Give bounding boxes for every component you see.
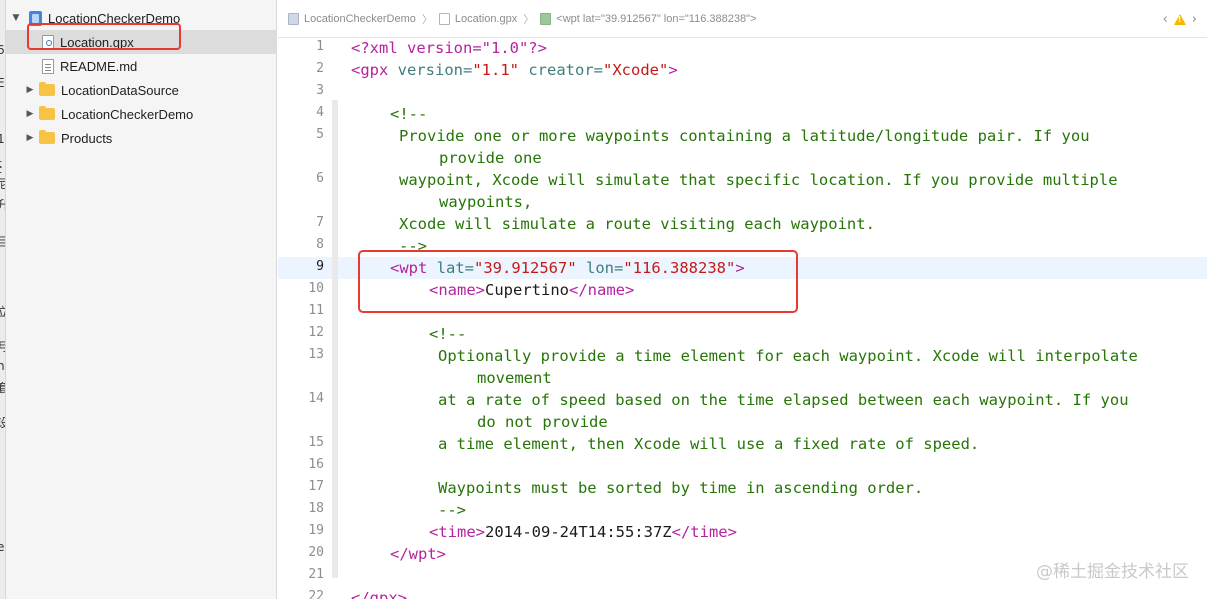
breadcrumb-symbol[interactable]: <wpt lat="39.912567" lon="116.388238"> (556, 13, 756, 25)
code-line: waypoint, Xcode will simulate that speci… (399, 171, 1118, 189)
line-number: 22 (308, 589, 324, 599)
line-number: 7 (316, 215, 324, 230)
navigator-item-label: LocationDataSource (61, 82, 179, 98)
line-number: 15 (308, 435, 324, 450)
tag-open: <time> (429, 523, 485, 541)
attribute-value: "Xcode" (603, 61, 669, 79)
watermark: @稀土掘金技术社区 (1036, 562, 1189, 582)
navigator-item-readme[interactable]: README.md (6, 54, 277, 78)
code-line-wrapped: waypoints, (439, 193, 533, 211)
jump-bar-controls: ‹ › (1163, 12, 1197, 27)
line-number: 19 (308, 523, 324, 538)
tag-close: > (668, 61, 678, 79)
disclosure-down-icon[interactable]: ▼ (11, 13, 21, 23)
navigator-item-label: Products (61, 130, 113, 146)
attribute-name: version= (397, 61, 473, 79)
warning-icon[interactable] (1173, 14, 1186, 25)
navigator-item-label: README.md (60, 58, 138, 74)
disclosure-right-icon[interactable]: ▶ (25, 109, 35, 119)
code-line: <!-- (390, 105, 428, 123)
code-line: a time element, then Xcode will use a fi… (438, 435, 980, 453)
code-line-wrapped: movement (477, 369, 552, 387)
navigator-item-products[interactable]: ▶ Products (6, 126, 277, 150)
line-number-gutter: 1 2 3 4 5 6 7 8 9 10 11 12 13 14 15 16 1… (278, 38, 330, 599)
code-line: <time>2014-09-24T14:55:37Z</time> (429, 521, 737, 543)
code-line: </wpt> (390, 545, 446, 563)
code-line: <?xml version="1.0"?> (351, 37, 547, 59)
tag-close: </time> (671, 523, 737, 541)
breadcrumb-file[interactable]: Location.gpx (455, 13, 517, 25)
waypoint-symbol-icon (540, 12, 552, 25)
line-number: 18 (308, 501, 324, 516)
tag-open: <gpx (351, 61, 398, 79)
breadcrumb-separator-icon: 〉 (523, 12, 535, 26)
code-line: Provide one or more waypoints containing… (399, 127, 1090, 145)
attribute-value: "1.1" (472, 61, 519, 79)
markdown-file-icon (42, 58, 54, 74)
line-number: 12 (308, 325, 324, 340)
code-folding-ribbon[interactable] (332, 100, 338, 578)
line-number: 14 (308, 391, 324, 406)
previous-issue-chevron-icon[interactable]: ‹ (1163, 12, 1168, 27)
line-number: 17 (308, 479, 324, 494)
breadcrumb-project[interactable]: LocationCheckerDemo (304, 13, 416, 25)
code-line: <gpx version="1.1" creator="Xcode"> (351, 59, 678, 81)
line-number: 10 (308, 281, 324, 296)
navigator-item-location-data-source[interactable]: ▶ LocationDataSource (6, 78, 277, 102)
line-number: 20 (308, 545, 324, 560)
next-issue-chevron-icon[interactable]: › (1192, 12, 1197, 27)
source-editor[interactable]: 1 2 3 4 5 6 7 8 9 10 11 12 13 14 15 16 1… (278, 38, 1207, 599)
project-navigator: ▼ LocationCheckerDemo Location.gpx READM… (6, 0, 277, 599)
line-number: 4 (316, 105, 324, 120)
disclosure-right-icon[interactable]: ▶ (25, 133, 35, 143)
xml-declaration: <?xml version="1.0"?> (351, 39, 547, 57)
jump-bar: LocationCheckerDemo 〉 Location.gpx 〉 <wp… (278, 0, 1207, 38)
code-line-wrapped: do not provide (477, 413, 608, 431)
code-line: Waypoints must be sorted by time in asce… (438, 479, 924, 497)
gpx-file-icon (438, 12, 450, 25)
line-number: 6 (316, 171, 324, 186)
attribute-name: creator= (519, 61, 603, 79)
line-number-current: 9 (316, 259, 324, 274)
line-number: 16 (308, 457, 324, 472)
folder-icon (39, 82, 55, 96)
disclosure-right-icon[interactable]: ▶ (25, 85, 35, 95)
line-number: 11 (308, 303, 324, 318)
navigator-item-location-checker-demo-folder[interactable]: ▶ LocationCheckerDemo (6, 102, 277, 126)
folder-icon (39, 130, 55, 144)
line-number: 5 (316, 127, 324, 142)
navigator-item-label: LocationCheckerDemo (61, 106, 194, 122)
code-line: at a rate of speed based on the time ela… (438, 391, 1129, 409)
line-number: 8 (316, 237, 324, 252)
line-number: 13 (308, 347, 324, 362)
line-number: 3 (316, 83, 324, 98)
line-number: 2 (316, 61, 324, 76)
line-number: 1 (316, 39, 324, 54)
timestamp-text: 2014-09-24T14:55:37Z (485, 523, 672, 541)
code-line: Optionally provide a time element for ea… (438, 347, 1138, 365)
code-line: </gpx> (351, 589, 407, 599)
code-line-wrapped: provide one (439, 149, 542, 167)
line-number: 21 (308, 567, 324, 582)
code-line: <!-- (429, 325, 467, 343)
annotation-highlight-box (358, 250, 798, 313)
code-line: Xcode will simulate a route visiting eac… (399, 215, 875, 233)
breadcrumb-separator-icon: 〉 (421, 12, 433, 26)
code-line: --> (438, 501, 466, 519)
project-icon (288, 12, 299, 25)
annotation-highlight-box (27, 23, 181, 50)
folder-icon (39, 106, 55, 120)
